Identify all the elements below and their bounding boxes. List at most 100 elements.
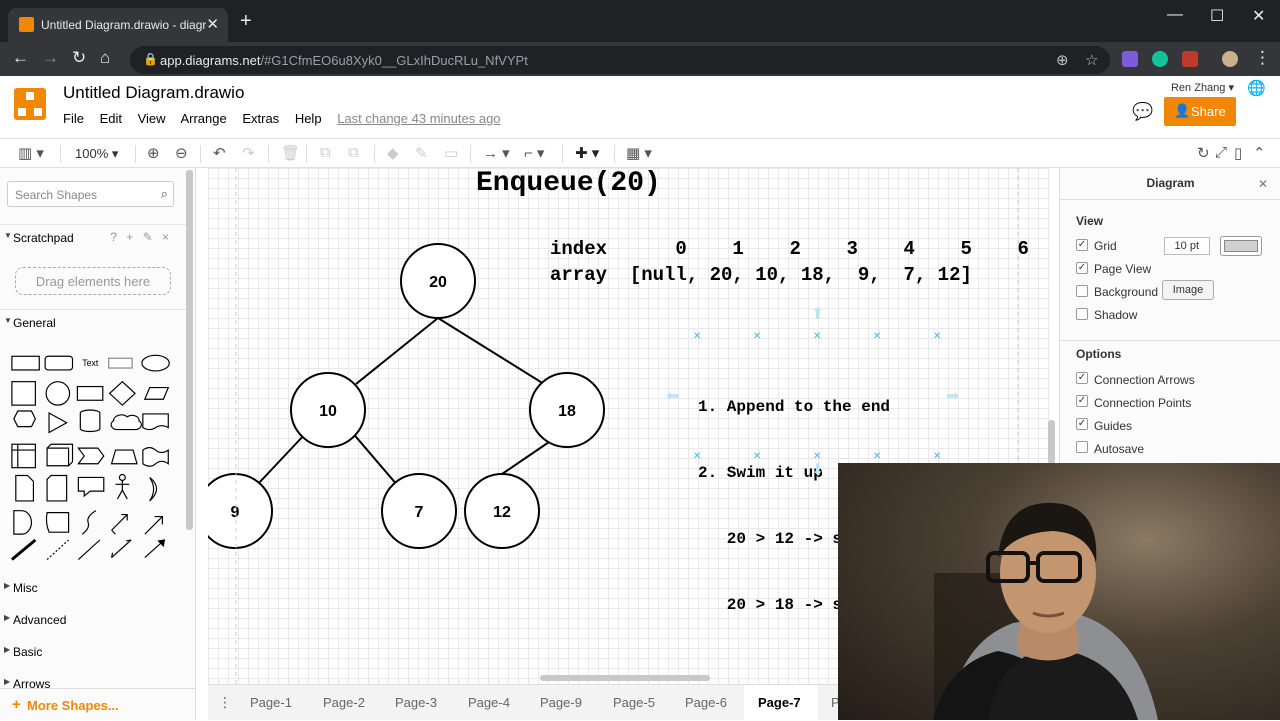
connection-points-checkbox[interactable]: ✓	[1076, 395, 1088, 407]
selection-handle[interactable]: ✕	[693, 451, 701, 462]
profile-avatar[interactable]	[1222, 51, 1238, 67]
connect-arrow-up-icon[interactable]: ⬆	[811, 304, 824, 324]
general-section[interactable]: ▼ General	[0, 311, 180, 335]
share-button[interactable]: 👤 Share	[1164, 97, 1236, 126]
page-tab[interactable]: Page-6	[685, 695, 727, 710]
comments-icon[interactable]: 💬	[1132, 102, 1153, 122]
home-icon[interactable]: ⌂	[100, 48, 110, 68]
menu-file[interactable]: File	[63, 111, 84, 126]
collapse-icon[interactable]: ⌃	[1253, 144, 1266, 162]
window-close-icon[interactable]: ✕	[1252, 6, 1265, 26]
forward-icon[interactable]: →	[42, 48, 59, 68]
to-front-icon[interactable]: ⧉	[320, 144, 331, 161]
toolbar: ▥ ▾ 100% ▾ ⊕ ⊖ ↶ ↷ 🗑 ⧉ ⧉ ◆ ✎ ▭ → ▾ ⌐ ▾ ✚…	[0, 138, 1280, 168]
format-panel-toggle-icon[interactable]: ▥ ▾	[18, 144, 44, 162]
shadow-checkbox[interactable]	[1076, 308, 1088, 320]
sidebar-scrollbar[interactable]	[186, 170, 193, 530]
language-globe-icon[interactable]: 🌐	[1247, 79, 1266, 97]
to-back-icon[interactable]: ⧉	[348, 144, 359, 161]
scratchpad-tools[interactable]: ? + ✎ ×	[110, 230, 172, 244]
line-color-icon[interactable]: ✎	[415, 144, 428, 162]
reload-icon[interactable]: ↻	[72, 48, 86, 68]
selection-handle[interactable]: ✕	[873, 331, 881, 342]
selection-handle[interactable]: ✕	[933, 451, 941, 462]
bookmark-star-icon[interactable]: ☆	[1085, 51, 1098, 69]
zoom-out-icon[interactable]: ⊖	[175, 144, 188, 162]
pdf-extension-icon[interactable]	[1182, 51, 1198, 67]
browser-tab[interactable]: Untitled Diagram.drawio - diagra ✕	[8, 8, 228, 42]
general-shapes-palette[interactable]: Text	[8, 346, 180, 562]
menu-arrange[interactable]: Arrange	[180, 111, 226, 126]
address-bar[interactable]: 🔒 app.diagrams.net/#G1CfmEO6u8Xyk0__GLxI…	[130, 46, 1110, 74]
last-change-link[interactable]: Last change 43 minutes ago	[337, 111, 500, 126]
background-checkbox[interactable]	[1076, 285, 1088, 297]
misc-section[interactable]: ▶ Misc	[0, 576, 180, 600]
connect-arrow-right-icon[interactable]: ➡	[946, 386, 959, 406]
scratchpad-dropzone[interactable]: Drag elements here	[15, 267, 171, 295]
connect-arrow-down-icon[interactable]: ⬇	[811, 460, 824, 480]
page-tab[interactable]: Page-1	[250, 695, 292, 710]
maximize-icon[interactable]: ☐	[1210, 6, 1224, 26]
add-icon[interactable]: ⊕	[1056, 51, 1069, 69]
connection-arrows-checkbox[interactable]: ✓	[1076, 372, 1088, 384]
search-icon[interactable]: ⌕	[161, 186, 168, 202]
scratchpad-section[interactable]: ▼ Scratchpad ? + ✎ ×	[0, 226, 180, 250]
autosave-checkbox[interactable]	[1076, 441, 1088, 453]
page-tab-active[interactable]: Page-7	[758, 695, 801, 710]
browser-menu-icon[interactable]: ⋮	[1254, 48, 1271, 68]
back-icon[interactable]: ←	[12, 48, 29, 68]
waypoints-icon[interactable]: ⌐ ▾	[524, 144, 544, 162]
menu-edit[interactable]: Edit	[100, 111, 122, 126]
selection-handle[interactable]: ✕	[693, 331, 701, 342]
menu-extras[interactable]: Extras	[242, 111, 279, 126]
advanced-section[interactable]: ▶ Advanced	[0, 608, 180, 632]
fill-color-icon[interactable]: ◆	[387, 144, 399, 162]
page-tab[interactable]: Page-9	[540, 695, 582, 710]
insert-icon[interactable]: ✚ ▾	[575, 144, 599, 162]
more-shapes-button[interactable]: + More Shapes...	[0, 688, 195, 720]
document-title[interactable]: Untitled Diagram.drawio	[63, 83, 244, 103]
shadow-icon[interactable]: ▭	[444, 144, 458, 162]
grammarly-icon[interactable]	[1152, 51, 1168, 67]
fullscreen-icon[interactable]: ⤢	[1215, 144, 1227, 161]
undo-icon[interactable]: ↶	[213, 144, 226, 162]
connection-style-icon[interactable]: → ▾	[483, 144, 510, 162]
selection-handle[interactable]: ✕	[933, 331, 941, 342]
grid-size-input[interactable]: 10 pt	[1164, 237, 1210, 255]
menu-help[interactable]: Help	[295, 111, 322, 126]
selection-handle[interactable]: ✕	[873, 451, 881, 462]
panel-icon[interactable]: ▯	[1234, 144, 1242, 162]
page-view-checkbox[interactable]: ✓	[1076, 262, 1088, 274]
page-tab[interactable]: Page-2	[323, 695, 365, 710]
grid-checkbox[interactable]: ✓	[1076, 239, 1088, 251]
extension-icon[interactable]	[1122, 51, 1138, 67]
page-tab[interactable]: Page-3	[395, 695, 437, 710]
guides-checkbox[interactable]: ✓	[1076, 418, 1088, 430]
table-icon[interactable]: ▦ ▾	[626, 144, 652, 162]
zoom-in-icon[interactable]: ⊕	[147, 144, 160, 162]
sync-icon[interactable]: ↻	[1197, 144, 1210, 162]
selection-handle[interactable]: ✕	[753, 331, 761, 342]
selection-handle[interactable]: ✕	[753, 451, 761, 462]
minimize-icon[interactable]: —	[1167, 6, 1183, 24]
grid-color-button[interactable]	[1220, 236, 1262, 256]
canvas-vertical-scrollbar[interactable]	[1048, 420, 1055, 464]
user-name[interactable]: Ren Zhang ▾	[1171, 81, 1234, 94]
format-panel-title[interactable]: Diagram	[1060, 168, 1280, 200]
basic-section[interactable]: ▶ Basic	[0, 640, 180, 664]
pages-menu-icon[interactable]: ⋮	[218, 694, 232, 711]
redo-icon[interactable]: ↷	[242, 144, 255, 162]
page-tab[interactable]: Page-5	[613, 695, 655, 710]
canvas-horizontal-scrollbar[interactable]	[540, 675, 710, 681]
background-image-button[interactable]: Image	[1162, 280, 1214, 300]
new-tab-icon[interactable]: +	[240, 10, 252, 33]
selection-handle[interactable]: ✕	[813, 331, 821, 342]
delete-icon[interactable]: 🗑	[281, 144, 300, 162]
connect-arrow-left-icon[interactable]: ⬅	[666, 386, 679, 406]
close-tab-icon[interactable]: ✕	[206, 15, 219, 33]
zoom-dropdown[interactable]: 100% ▾	[75, 146, 118, 162]
close-panel-icon[interactable]: ✕	[1258, 177, 1268, 191]
page-tab[interactable]: Page-4	[468, 695, 510, 710]
search-shapes-input[interactable]: Search Shapes ⌕	[7, 181, 174, 207]
menu-view[interactable]: View	[138, 111, 166, 126]
